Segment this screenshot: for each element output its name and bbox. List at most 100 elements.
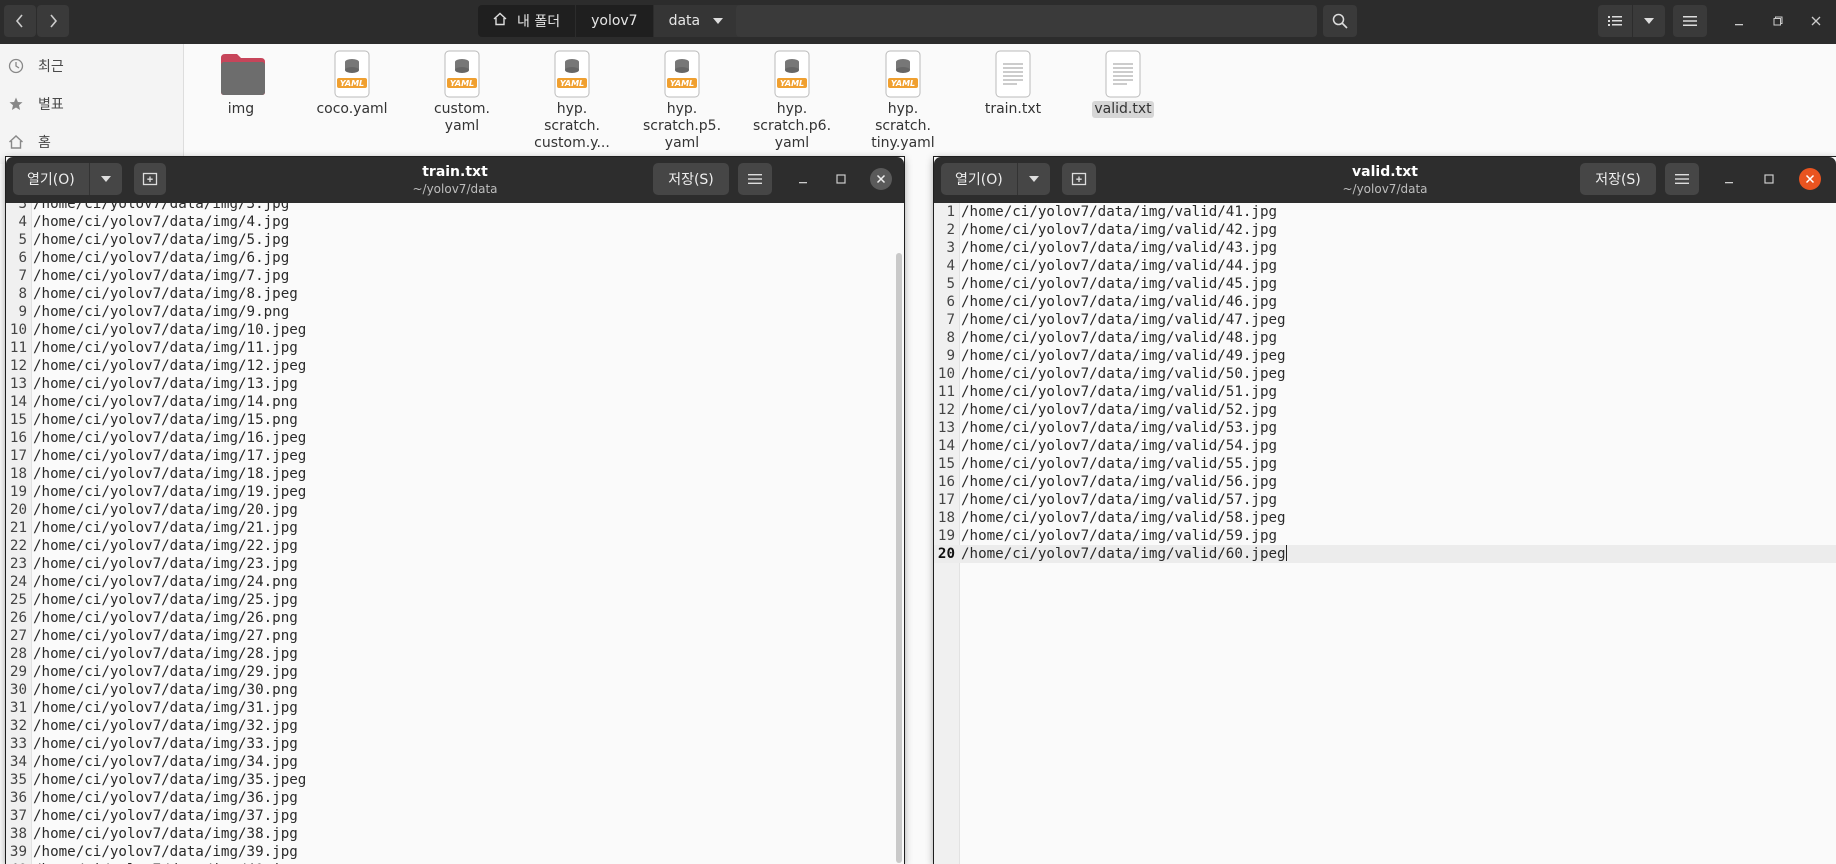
text-line[interactable]: 29/home/ci/yolov7/data/img/29.jpg bbox=[6, 663, 904, 681]
text-line[interactable]: 37/home/ci/yolov7/data/img/37.jpg bbox=[6, 807, 904, 825]
text-line[interactable]: 3/home/ci/yolov7/data/img/3.jpg bbox=[6, 203, 904, 213]
text-line[interactable]: 38/home/ci/yolov7/data/img/38.jpg bbox=[6, 825, 904, 843]
line-text: /home/ci/yolov7/data/img/26.png bbox=[33, 610, 298, 626]
close-button[interactable] bbox=[1799, 168, 1821, 190]
sidebar-item-recent[interactable]: 최근 bbox=[8, 54, 64, 78]
text-line[interactable]: 12/home/ci/yolov7/data/img/valid/52.jpg bbox=[934, 401, 1836, 419]
text-line[interactable]: 27/home/ci/yolov7/data/img/27.png bbox=[6, 627, 904, 645]
text-line[interactable]: 7/home/ci/yolov7/data/img/valid/47.jpeg bbox=[934, 311, 1836, 329]
text-line[interactable]: 26/home/ci/yolov7/data/img/26.png bbox=[6, 609, 904, 627]
search-button[interactable] bbox=[1323, 5, 1357, 37]
text-line[interactable]: 11/home/ci/yolov7/data/img/valid/51.jpg bbox=[934, 383, 1836, 401]
text-line[interactable]: 21/home/ci/yolov7/data/img/21.jpg bbox=[6, 519, 904, 537]
text-line[interactable]: 9/home/ci/yolov7/data/img/9.png bbox=[6, 303, 904, 321]
list-view-button[interactable] bbox=[1598, 5, 1632, 37]
text-line[interactable]: 2/home/ci/yolov7/data/img/valid/42.jpg bbox=[934, 221, 1836, 239]
file-item-hyp-scratch-tiny[interactable]: YAML hyp. scratch. tiny.yaml bbox=[857, 50, 949, 152]
text-line[interactable]: 13/home/ci/yolov7/data/img/valid/53.jpg bbox=[934, 419, 1836, 437]
text-line[interactable]: 23/home/ci/yolov7/data/img/23.jpg bbox=[6, 555, 904, 573]
text-line[interactable]: 15/home/ci/yolov7/data/img/valid/55.jpg bbox=[934, 455, 1836, 473]
text-line[interactable]: 11/home/ci/yolov7/data/img/11.jpg bbox=[6, 339, 904, 357]
text-line[interactable]: 16/home/ci/yolov7/data/img/valid/56.jpg bbox=[934, 473, 1836, 491]
text-line[interactable]: 3/home/ci/yolov7/data/img/valid/43.jpg bbox=[934, 239, 1836, 257]
file-item-img[interactable]: img bbox=[195, 50, 287, 118]
sidebar-item-home[interactable]: 홈 bbox=[8, 130, 51, 154]
sidebar-item-starred[interactable]: 별표 bbox=[8, 92, 64, 116]
text-line[interactable]: 25/home/ci/yolov7/data/img/25.jpg bbox=[6, 591, 904, 609]
view-options-button[interactable] bbox=[1633, 5, 1665, 37]
file-item-custom-yaml[interactable]: YAML custom. yaml bbox=[416, 50, 508, 135]
text-line[interactable]: 15/home/ci/yolov7/data/img/15.png bbox=[6, 411, 904, 429]
text-line[interactable]: 17/home/ci/yolov7/data/img/valid/57.jpg bbox=[934, 491, 1836, 509]
text-line[interactable]: 18/home/ci/yolov7/data/img/valid/58.jpeg bbox=[934, 509, 1836, 527]
text-line[interactable]: 33/home/ci/yolov7/data/img/33.jpg bbox=[6, 735, 904, 753]
text-line[interactable]: 30/home/ci/yolov7/data/img/30.png bbox=[6, 681, 904, 699]
text-line[interactable]: 20/home/ci/yolov7/data/img/valid/60.jpeg bbox=[934, 545, 1836, 563]
text-line[interactable]: 39/home/ci/yolov7/data/img/39.jpg bbox=[6, 843, 904, 861]
breadcrumb-yolov7[interactable]: yolov7 bbox=[576, 5, 654, 37]
line-number: 37 bbox=[9, 808, 27, 824]
file-item-train-txt[interactable]: train.txt bbox=[967, 50, 1059, 118]
text-line[interactable]: 10/home/ci/yolov7/data/img/valid/50.jpeg bbox=[934, 365, 1836, 383]
text-line[interactable]: 9/home/ci/yolov7/data/img/valid/49.jpeg bbox=[934, 347, 1836, 365]
text-line[interactable]: 28/home/ci/yolov7/data/img/28.jpg bbox=[6, 645, 904, 663]
text-line[interactable]: 8/home/ci/yolov7/data/img/8.jpeg bbox=[6, 285, 904, 303]
file-item-hyp-scratch-p6[interactable]: YAML hyp. scratch.p6. yaml bbox=[746, 50, 838, 152]
text-line[interactable]: 24/home/ci/yolov7/data/img/24.png bbox=[6, 573, 904, 591]
text-line[interactable]: 12/home/ci/yolov7/data/img/12.jpeg bbox=[6, 357, 904, 375]
text-line[interactable]: 6/home/ci/yolov7/data/img/valid/46.jpg bbox=[934, 293, 1836, 311]
text-line[interactable]: 16/home/ci/yolov7/data/img/16.jpeg bbox=[6, 429, 904, 447]
text-line[interactable]: 32/home/ci/yolov7/data/img/32.jpg bbox=[6, 717, 904, 735]
text-line[interactable]: 17/home/ci/yolov7/data/img/17.jpeg bbox=[6, 447, 904, 465]
maximize-button[interactable] bbox=[830, 168, 852, 190]
text-line[interactable]: 4/home/ci/yolov7/data/img/valid/44.jpg bbox=[934, 257, 1836, 275]
text-line[interactable]: 8/home/ci/yolov7/data/img/valid/48.jpg bbox=[934, 329, 1836, 347]
breadcrumb-home[interactable]: 내 폴더 bbox=[478, 5, 577, 37]
text-line[interactable]: 22/home/ci/yolov7/data/img/22.jpg bbox=[6, 537, 904, 555]
text-line[interactable]: 4/home/ci/yolov7/data/img/4.jpg bbox=[6, 213, 904, 231]
text-line[interactable]: 5/home/ci/yolov7/data/img/valid/45.jpg bbox=[934, 275, 1836, 293]
text-line[interactable]: 18/home/ci/yolov7/data/img/18.jpeg bbox=[6, 465, 904, 483]
text-line[interactable]: 31/home/ci/yolov7/data/img/31.jpg bbox=[6, 699, 904, 717]
menu-button[interactable] bbox=[1665, 163, 1699, 195]
home-icon bbox=[493, 12, 507, 30]
text-line[interactable]: 6/home/ci/yolov7/data/img/6.jpg bbox=[6, 249, 904, 267]
text-line[interactable]: 19/home/ci/yolov7/data/img/19.jpeg bbox=[6, 483, 904, 501]
text-line[interactable]: 14/home/ci/yolov7/data/img/14.png bbox=[6, 393, 904, 411]
text-line[interactable]: 7/home/ci/yolov7/data/img/7.jpg bbox=[6, 267, 904, 285]
breadcrumb-data[interactable]: data bbox=[653, 5, 741, 37]
text-line[interactable]: 36/home/ci/yolov7/data/img/36.jpg bbox=[6, 789, 904, 807]
text-line[interactable]: 13/home/ci/yolov7/data/img/13.jpg bbox=[6, 375, 904, 393]
save-button[interactable]: 저장(S) bbox=[1580, 163, 1656, 195]
text-view[interactable]: 3/home/ci/yolov7/data/img/3.jpg 4/home/ci… bbox=[6, 203, 904, 864]
line-text: /home/ci/yolov7/data/img/17.jpeg bbox=[33, 448, 307, 464]
text-line[interactable]: 10/home/ci/yolov7/data/img/10.jpeg bbox=[6, 321, 904, 339]
file-item-coco-yaml[interactable]: YAML coco.yaml bbox=[306, 50, 398, 118]
menu-button[interactable] bbox=[1673, 5, 1707, 37]
text-line[interactable]: 5/home/ci/yolov7/data/img/5.jpg bbox=[6, 231, 904, 249]
text-line[interactable]: 14/home/ci/yolov7/data/img/valid/54.jpg bbox=[934, 437, 1836, 455]
text-line[interactable]: 34/home/ci/yolov7/data/img/34.jpg bbox=[6, 753, 904, 771]
vertical-scrollbar[interactable] bbox=[896, 253, 902, 863]
minimize-button[interactable] bbox=[1718, 168, 1740, 190]
maximize-button[interactable] bbox=[1758, 168, 1780, 190]
text-line[interactable]: 19/home/ci/yolov7/data/img/valid/59.jpg bbox=[934, 527, 1836, 545]
menu-button[interactable] bbox=[738, 163, 772, 195]
minimize-button[interactable] bbox=[1726, 8, 1752, 34]
close-button[interactable] bbox=[870, 168, 892, 190]
back-button[interactable] bbox=[4, 5, 36, 37]
text-view[interactable]: 1/home/ci/yolov7/data/img/valid/41.jpg 2/… bbox=[934, 203, 1836, 864]
text-line[interactable]: 35/home/ci/yolov7/data/img/35.jpeg bbox=[6, 771, 904, 789]
line-text: /home/ci/yolov7/data/img/4.jpg bbox=[33, 214, 290, 230]
minimize-button[interactable] bbox=[792, 168, 814, 190]
line-text: /home/ci/yolov7/data/img/valid/59.jpg bbox=[961, 528, 1278, 544]
restore-button[interactable] bbox=[1765, 8, 1791, 34]
file-item-hyp-scratch-p5[interactable]: YAML hyp. scratch.p5. yaml bbox=[636, 50, 728, 152]
text-line[interactable]: 20/home/ci/yolov7/data/img/20.jpg bbox=[6, 501, 904, 519]
forward-button[interactable] bbox=[37, 5, 69, 37]
file-item-hyp-scratch-custom[interactable]: YAML hyp. scratch. custom.y... bbox=[526, 50, 618, 152]
text-line[interactable]: 1/home/ci/yolov7/data/img/valid/41.jpg bbox=[934, 203, 1836, 221]
file-item-valid-txt[interactable]: valid.txt bbox=[1077, 50, 1169, 118]
save-button[interactable]: 저장(S) bbox=[653, 163, 729, 195]
close-button[interactable] bbox=[1803, 8, 1829, 34]
